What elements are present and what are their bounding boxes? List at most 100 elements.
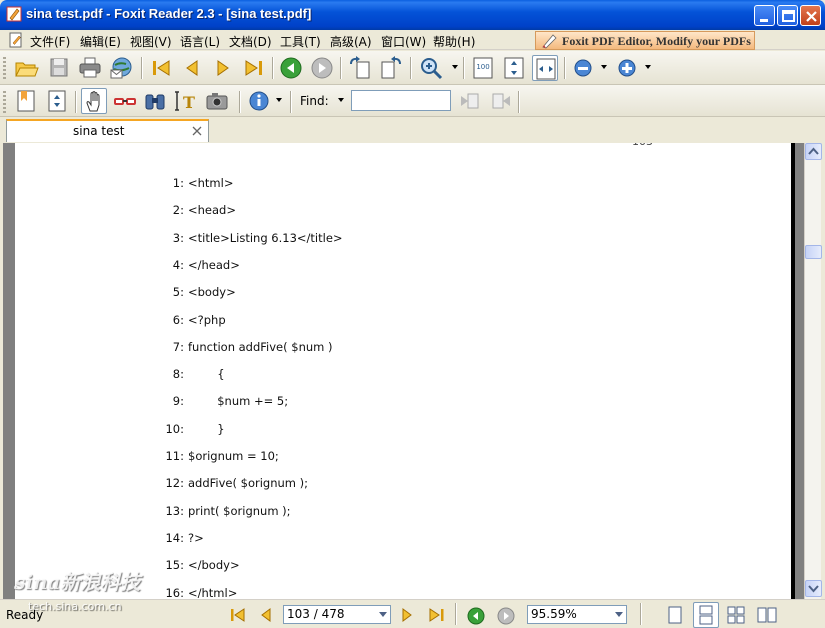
previous-page-button[interactable] [179, 55, 205, 81]
status-back-button[interactable] [463, 602, 489, 628]
zoom-dropdown-icon[interactable] [614, 611, 624, 619]
save-button[interactable] [46, 55, 72, 81]
zoom-in-button[interactable] [615, 55, 641, 81]
next-page-button[interactable] [210, 55, 236, 81]
single-page-view-button[interactable] [662, 602, 688, 628]
single-page-icon [668, 606, 682, 624]
status-previous-page-button[interactable] [253, 602, 279, 628]
text-select-icon: T [175, 91, 195, 112]
menu-view[interactable]: 视图(V) [130, 33, 172, 50]
menu-edit[interactable]: 编辑(E) [80, 33, 121, 50]
zoom-in-dropdown-icon[interactable] [644, 63, 652, 71]
previous-page-icon [186, 60, 198, 76]
page-number-label: 103 [632, 143, 653, 148]
snapshot-button[interactable] [204, 88, 230, 114]
menu-help[interactable]: 帮助(H) [433, 33, 475, 50]
sina-watermark: sina新浪科技 tech.sina.com.cn [14, 566, 144, 613]
status-forward-button[interactable] [493, 602, 519, 628]
email-button[interactable] [108, 55, 134, 81]
toolbar-grip[interactable] [3, 91, 6, 113]
close-window-button[interactable] [800, 5, 821, 26]
fit-width-button[interactable] [532, 55, 558, 81]
save-disk-icon [50, 58, 68, 77]
close-tab-icon[interactable] [192, 126, 202, 136]
hand-icon [86, 91, 100, 112]
find-next-button[interactable] [488, 88, 514, 114]
text-select-button[interactable]: T [173, 88, 199, 114]
facing-view-button[interactable] [723, 602, 749, 628]
promo-banner[interactable]: Foxit PDF Editor, Modify your PDFs [535, 31, 755, 50]
fit-page-button[interactable] [501, 55, 527, 81]
scroll-up-button[interactable] [805, 143, 822, 160]
find-input[interactable] [351, 90, 451, 111]
info-icon [249, 91, 269, 111]
document-menu-icon[interactable] [8, 32, 24, 48]
document-tab-strip: sina test [0, 117, 825, 143]
print-button[interactable] [77, 55, 103, 81]
line-number: 3: [172, 230, 184, 245]
code-text: } [188, 421, 225, 436]
code-line: 14: ?> [148, 531, 203, 545]
minimize-button[interactable] [754, 5, 775, 26]
promo-text: Foxit PDF Editor, Modify your PDFs [562, 34, 751, 48]
find-options-dropdown-icon[interactable] [337, 96, 345, 104]
status-last-page-button[interactable] [424, 602, 450, 628]
scroll-thumb[interactable] [805, 245, 822, 259]
chevron-down-icon [808, 585, 819, 593]
rotate-left-button[interactable] [347, 55, 373, 81]
toolbar-separator [518, 91, 520, 113]
zoom-in-tool-button[interactable] [418, 55, 444, 81]
code-line: 5: <body> [148, 285, 236, 299]
menu-document[interactable]: 文档(D) [229, 33, 272, 50]
zoom-out-button[interactable] [571, 55, 597, 81]
zoom-level-field[interactable]: 95.59% [527, 605, 627, 624]
first-page-icon [153, 60, 170, 76]
hand-tool-button[interactable] [81, 88, 107, 114]
find-previous-button[interactable] [457, 88, 483, 114]
rotate-right-button[interactable] [378, 55, 404, 81]
tab-sina-test[interactable]: sina test [6, 119, 209, 142]
two-page-view-button[interactable] [754, 602, 780, 628]
bookmarks-button[interactable] [13, 88, 39, 114]
page-dropdown-icon[interactable] [378, 611, 388, 619]
line-number: 5: [172, 285, 184, 300]
chevron-up-icon [808, 147, 819, 155]
open-button[interactable] [13, 55, 39, 81]
document-info-button[interactable] [246, 88, 272, 114]
search-tool-button[interactable] [142, 88, 168, 114]
last-page-button[interactable] [241, 55, 267, 81]
line-number: 4: [172, 257, 184, 272]
status-first-page-button[interactable] [225, 602, 251, 628]
page-number-field[interactable]: 103 / 478 [283, 605, 391, 624]
status-next-page-button[interactable] [394, 602, 420, 628]
actual-size-button[interactable]: 100 [470, 55, 496, 81]
code-line: 4: </head> [148, 258, 240, 272]
zoom-tool-dropdown-icon[interactable] [451, 63, 459, 71]
toolbar-grip[interactable] [3, 57, 6, 79]
thumbnails-button[interactable] [44, 88, 70, 114]
scroll-down-button[interactable] [805, 580, 822, 597]
maximize-button[interactable] [777, 5, 798, 26]
vertical-scrollbar[interactable] [804, 143, 822, 599]
menu-bar: 文件(F) 编辑(E) 视图(V) 语言(L) 文档(D) 工具(T) 高级(A… [0, 30, 825, 50]
last-page-icon [245, 60, 262, 76]
menu-language[interactable]: 语言(L) [180, 33, 220, 50]
menu-tools[interactable]: 工具(T) [280, 33, 321, 50]
go-back-button[interactable] [278, 55, 304, 81]
toolbar-separator [410, 57, 412, 79]
menu-window[interactable]: 窗口(W) [381, 33, 426, 50]
find-next-icon [492, 93, 510, 109]
minimize-icon [760, 19, 768, 22]
document-viewport[interactable]: 103 1: <html> 2: <head> 3: <title>Listing 6.1… [3, 143, 804, 599]
first-page-button[interactable] [148, 55, 174, 81]
watermark-logo: sina新浪科技 [14, 570, 141, 594]
code-text: <?php [188, 312, 226, 327]
zoom-out-dropdown-icon[interactable] [600, 63, 608, 71]
toolbar-separator [239, 91, 241, 113]
menu-advanced[interactable]: 高级(A) [330, 33, 372, 50]
go-forward-button[interactable] [309, 55, 335, 81]
glasses-tool-button[interactable] [112, 88, 138, 114]
menu-file[interactable]: 文件(F) [30, 33, 70, 50]
info-dropdown-icon[interactable] [275, 96, 283, 104]
continuous-view-button[interactable] [693, 602, 719, 628]
